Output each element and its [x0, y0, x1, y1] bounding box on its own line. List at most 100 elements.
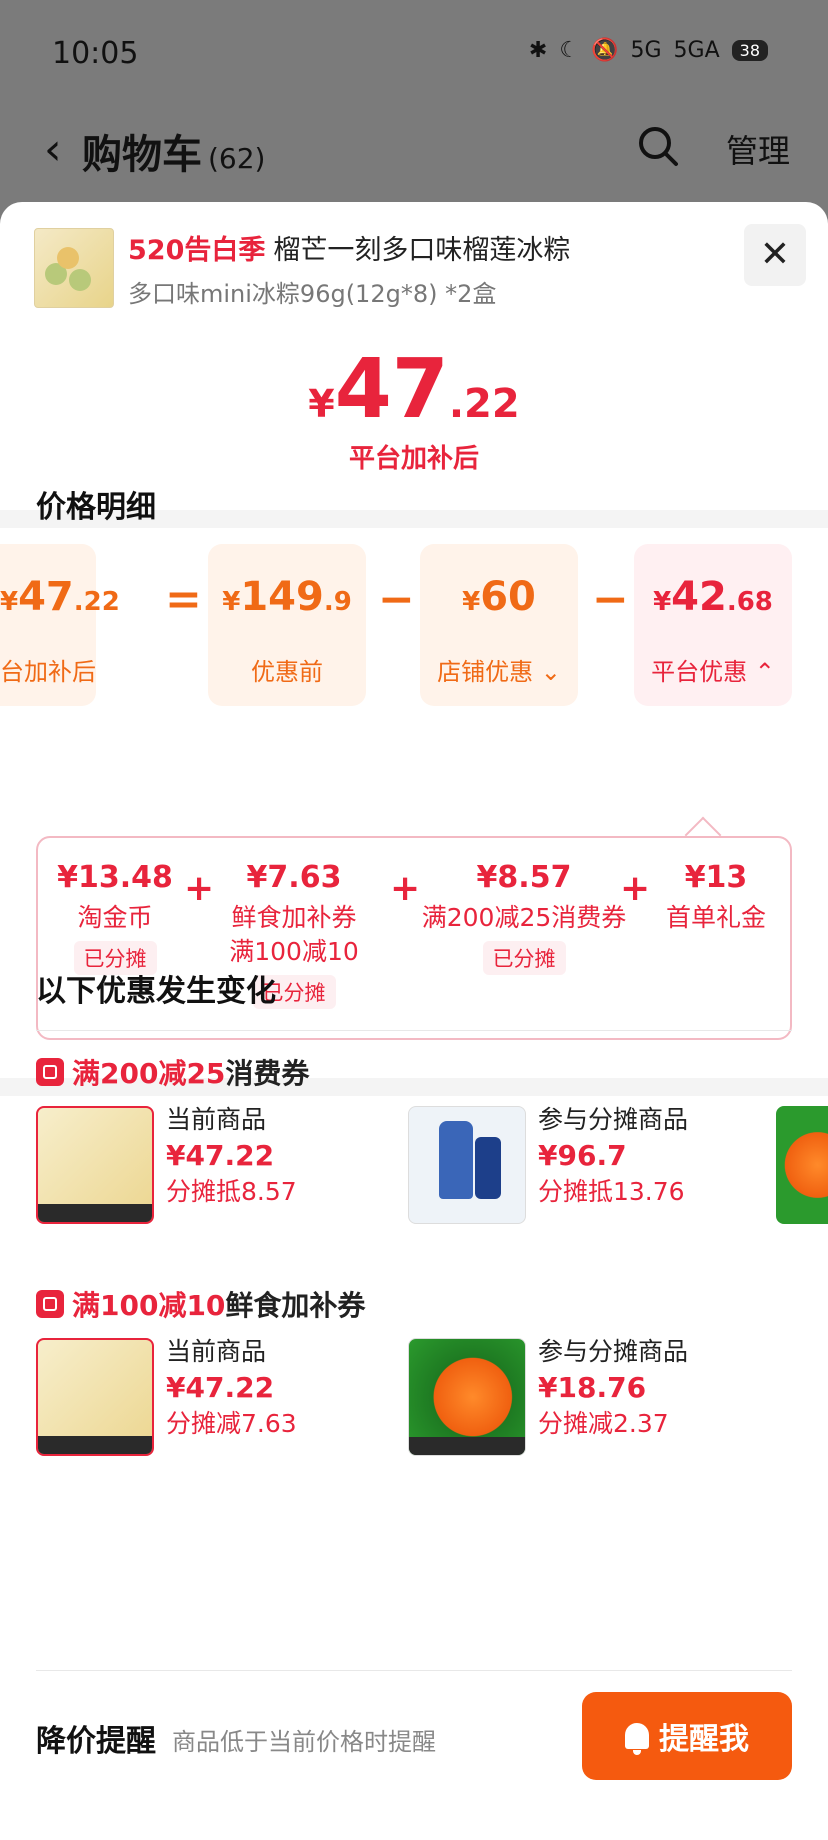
- thumb-strip: [409, 1437, 525, 1455]
- discount-name: 鲜食加补券 满100减10: [229, 903, 359, 966]
- product-name: 榴芒一刻多口味榴莲冰粽: [273, 235, 571, 266]
- card-amount: ¥149.9: [208, 574, 366, 620]
- manage-button[interactable]: 管理: [726, 126, 790, 172]
- battery-icon: 38: [731, 40, 768, 61]
- product-thumbnail: [34, 228, 114, 308]
- product-price: ¥18.76: [538, 1371, 647, 1404]
- card-integer: 47: [18, 574, 74, 620]
- final-price-integer: 47: [334, 342, 449, 437]
- product-title: 520告白季 榴芒一刻多口味榴莲冰粽: [128, 228, 570, 267]
- card-currency: ¥: [462, 587, 481, 617]
- discount-item-taojinbi: ¥13.48 淘金币 已分摊: [52, 860, 178, 975]
- current-product-info: 当前商品 ¥47.22 分摊减7.63: [166, 1334, 297, 1442]
- close-icon: ✕: [759, 234, 791, 275]
- product-kind: 当前商品: [166, 1105, 267, 1134]
- coupon-group-heading: 满200减25 消费券: [36, 1052, 309, 1092]
- coupon-threshold: 满200减25: [72, 1057, 226, 1090]
- discount-item-first-order-gift: ¥13 首单礼金: [652, 860, 780, 935]
- remind-button-label: 提醒我: [659, 1722, 749, 1757]
- card-decimal: .9: [323, 587, 352, 617]
- close-button[interactable]: ✕: [744, 224, 806, 286]
- breakdown-title: 价格明细: [36, 490, 156, 525]
- coupon-type: 消费券: [225, 1057, 310, 1090]
- minus-sign: −: [592, 574, 629, 625]
- page-title: 购物车 (62): [82, 122, 265, 180]
- current-product-thumbnail[interactable]: [36, 1106, 154, 1224]
- moon-icon: ☾: [559, 38, 580, 63]
- apportioned-amount: 分摊抵8.57: [166, 1177, 297, 1206]
- product-kind: 参与分摊商品: [538, 1105, 689, 1134]
- promo-tag: 520告白季: [128, 235, 266, 266]
- price-drop-title: 降价提醒: [36, 1724, 156, 1759]
- shared-product-thumbnail[interactable]: [408, 1338, 526, 1456]
- final-price-currency: ¥: [308, 382, 335, 426]
- price-card-after-subsidy: ¥47.22 台加补后: [0, 544, 120, 706]
- signal-5g: 5G: [630, 38, 662, 63]
- remind-me-button[interactable]: 提醒我: [582, 1692, 792, 1780]
- shared-product-thumbnail[interactable]: [408, 1106, 526, 1224]
- bottle-image: [475, 1137, 501, 1199]
- product-price: ¥96.7: [538, 1139, 627, 1172]
- product-price: ¥47.22: [166, 1139, 275, 1172]
- discount-name: 满200减25消费券: [421, 903, 627, 932]
- more-products-thumbnail[interactable]: [776, 1106, 828, 1224]
- price-card-platform-discount[interactable]: ¥42.68 平台优惠 ⌃: [634, 544, 792, 706]
- minus-sign: −: [378, 574, 415, 625]
- discount-value: ¥7.63: [246, 860, 342, 895]
- product-spec: 多口味mini冰粽96g(12g*8) *2盒: [128, 280, 497, 308]
- discount-item-consumption-coupon: ¥8.57 满200减25消费券 已分摊: [410, 860, 638, 975]
- discount-name: 淘金币: [77, 903, 153, 932]
- cart-header: ‹ 购物车 (62) 管理: [0, 110, 828, 190]
- apportioned-badge: 已分摊: [482, 941, 566, 975]
- card-amount: ¥60: [420, 574, 578, 620]
- thumb-strip: [38, 1436, 152, 1454]
- coupon-icon: [36, 1290, 64, 1318]
- current-product-info: 当前商品 ¥47.22 分摊抵8.57: [166, 1102, 297, 1210]
- apportioned-amount: 分摊减2.37: [538, 1409, 669, 1438]
- card-label: 店铺优惠 ⌄: [437, 658, 561, 686]
- coupon-group-heading: 满100减10 鲜食加补券: [36, 1284, 365, 1324]
- card-amount: ¥42.68: [634, 574, 792, 620]
- discount-value: ¥13: [684, 860, 748, 895]
- bell-icon: [625, 1723, 649, 1755]
- card-integer: 149: [240, 574, 324, 620]
- discount-name: 首单礼金: [665, 903, 766, 932]
- changes-title: 以下优惠发生变化: [36, 974, 276, 1009]
- coupon-type: 鲜食加补券: [225, 1289, 366, 1322]
- price-detail-sheet: 520告白季 榴芒一刻多口味榴莲冰粽 多口味mini冰粽96g(12g*8) *2…: [0, 202, 828, 1840]
- coupon-icon: [36, 1058, 64, 1086]
- discount-value: ¥13.48: [57, 860, 173, 895]
- card-currency: ¥: [222, 587, 241, 617]
- shared-product-info: 参与分摊商品 ¥96.7 分摊抵13.76: [538, 1102, 688, 1210]
- card-label: 优惠前: [251, 658, 323, 686]
- card-currency: ¥: [0, 587, 19, 617]
- thumb-strip: [38, 1204, 152, 1222]
- final-price-decimal: .22: [448, 381, 520, 427]
- apportioned-amount: 分摊抵13.76: [538, 1177, 685, 1206]
- search-icon[interactable]: [636, 124, 680, 168]
- discount-value: ¥8.57: [476, 860, 572, 895]
- signal-5ga: 5GA: [673, 38, 720, 63]
- apportioned-amount: 分摊减7.63: [166, 1409, 297, 1438]
- system-icons: ✱ ☾ 🔕 5G 5GA 38: [529, 38, 768, 63]
- card-label: 台加补后: [0, 658, 96, 686]
- price-card-store-discount[interactable]: ¥60 店铺优惠 ⌄: [420, 544, 578, 706]
- final-price: ¥47.22: [0, 342, 828, 437]
- divider-line: [36, 1030, 792, 1031]
- current-product-thumbnail[interactable]: [36, 1338, 154, 1456]
- card-integer: 42: [671, 574, 727, 620]
- card-currency: ¥: [653, 587, 672, 617]
- back-button[interactable]: ‹: [44, 124, 62, 175]
- card-amount: ¥47.22: [0, 574, 120, 620]
- card-decimal: .22: [73, 587, 120, 617]
- title-text: 购物车: [82, 132, 202, 178]
- price-drop-description: 商品低于当前价格时提醒: [172, 1728, 436, 1756]
- equals-sign: =: [165, 574, 202, 625]
- product-kind: 当前商品: [166, 1337, 267, 1366]
- shared-product-info: 参与分摊商品 ¥18.76 分摊减2.37: [538, 1334, 688, 1442]
- bluetooth-icon: ✱: [528, 38, 548, 63]
- cart-count: (62): [208, 142, 266, 175]
- divider-line: [36, 1670, 792, 1671]
- final-price-label: 平台加补后: [348, 444, 479, 474]
- product-price: ¥47.22: [166, 1371, 275, 1404]
